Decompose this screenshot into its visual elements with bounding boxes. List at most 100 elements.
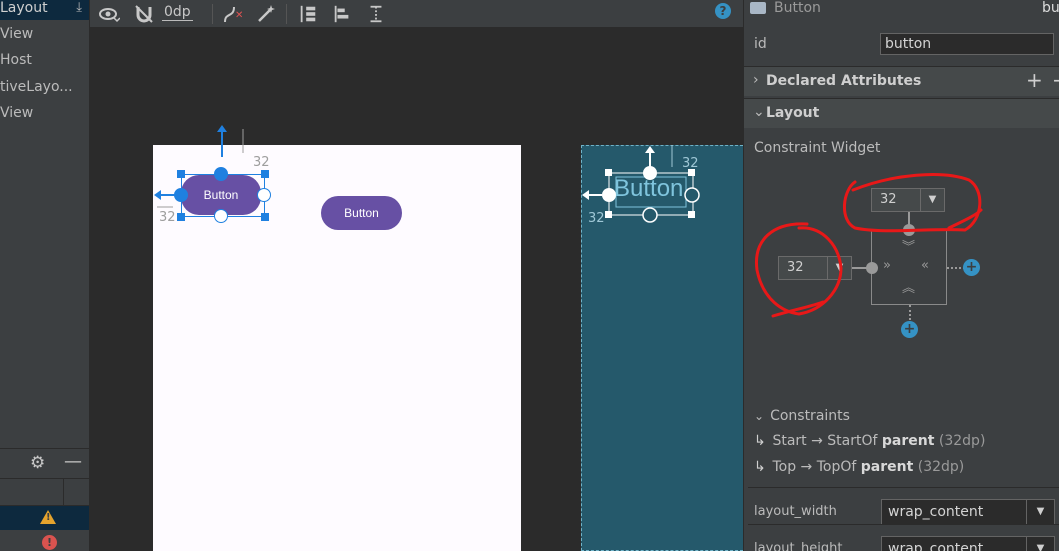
download-icon[interactable]: ⤓ bbox=[76, 0, 82, 20]
guidelines-icon[interactable] bbox=[366, 4, 386, 24]
id-label: id bbox=[754, 36, 767, 52]
align-icon[interactable] bbox=[332, 4, 352, 24]
chevron-down-icon: ⌄ bbox=[753, 104, 765, 120]
issues-header bbox=[0, 478, 89, 507]
bottom-chevron-icon: ︽ bbox=[902, 281, 916, 296]
constraint-parent: parent bbox=[860, 459, 914, 475]
tree-item-relative-layout[interactable]: tiveLayo... bbox=[0, 75, 73, 99]
toolbar-separator bbox=[212, 4, 213, 24]
start-chevron-icon: » bbox=[883, 258, 891, 273]
constraint-target: StartOf bbox=[827, 433, 878, 449]
bp-start-margin-label: 32 bbox=[588, 211, 605, 226]
add-bottom-constraint-icon[interactable]: + bbox=[901, 321, 918, 338]
dropdown-arrow-icon: ▼ bbox=[1026, 500, 1054, 524]
constraints-title: Constraints bbox=[770, 408, 850, 424]
constraints-header[interactable]: ⌄ Constraints bbox=[754, 408, 850, 424]
section-title: Layout bbox=[766, 105, 820, 121]
start-constraint-dot[interactable] bbox=[866, 262, 878, 274]
help-icon[interactable]: ? bbox=[715, 3, 731, 19]
start-margin-dropdown[interactable]: 32 ▼ bbox=[778, 256, 852, 280]
minimize-icon[interactable]: — bbox=[64, 451, 82, 472]
dropdown-arrow-icon: ▼ bbox=[1026, 537, 1054, 551]
tree-item-label: Layout bbox=[0, 0, 48, 16]
end-anchor[interactable] bbox=[257, 188, 271, 202]
top-constraint-dot[interactable] bbox=[903, 224, 915, 236]
constraint-side: Top bbox=[772, 459, 797, 475]
warning-icon: ! bbox=[40, 510, 56, 524]
start-margin-label: 32 bbox=[159, 210, 176, 225]
constraint-side: Start bbox=[772, 433, 807, 449]
layout-width-label: layout_width bbox=[754, 504, 837, 519]
dropdown-value: 32 bbox=[880, 192, 897, 207]
resize-handle[interactable] bbox=[177, 213, 185, 221]
button-component-icon bbox=[750, 2, 766, 14]
resize-handle[interactable] bbox=[261, 213, 269, 221]
issue-row-error[interactable]: ! bbox=[0, 530, 89, 551]
dropdown-value: wrap_content bbox=[888, 541, 984, 551]
top-chevron-icon: ︾ bbox=[902, 240, 916, 255]
autoconnect-off-icon[interactable] bbox=[134, 4, 154, 24]
layout-width-row: layout_width wrap_content ▼ bbox=[748, 487, 1059, 525]
layout-height-row: layout_height wrap_content ▼ bbox=[748, 524, 1059, 551]
attributes-header: Button bu bbox=[744, 0, 1059, 22]
id-row: id bbox=[744, 32, 1059, 58]
gear-icon[interactable]: ⚙ bbox=[30, 453, 45, 473]
constraint-dp: (32dp) bbox=[917, 459, 965, 475]
issue-row-warning[interactable]: ! bbox=[0, 506, 89, 530]
design-surface[interactable]: Button 32 32 Button bbox=[153, 125, 521, 551]
constraint-icon: ↳ bbox=[754, 433, 766, 449]
top-margin-dropdown[interactable]: 32 ▼ bbox=[871, 188, 945, 212]
pack-icon[interactable] bbox=[298, 4, 318, 24]
component-id-truncated: bu bbox=[1042, 0, 1059, 16]
component-name: Button bbox=[774, 0, 821, 16]
design-canvas[interactable]: Button 32 32 Button Button 32 32 bbox=[90, 29, 743, 551]
layout-height-dropdown[interactable]: wrap_content ▼ bbox=[881, 536, 1055, 551]
tree-item-view-2[interactable]: View bbox=[0, 101, 33, 125]
end-chevron-icon: « bbox=[921, 258, 929, 273]
infer-constraints-icon[interactable] bbox=[256, 4, 276, 24]
top-margin-label: 32 bbox=[253, 155, 270, 170]
resize-handle[interactable] bbox=[177, 170, 185, 178]
attributes-panel: Button bu id › Declared Attributes + − ⌄… bbox=[743, 0, 1059, 551]
bp-top-margin-label: 32 bbox=[682, 156, 699, 171]
dropdown-value: 32 bbox=[787, 260, 804, 275]
remove-attribute-icon[interactable]: − bbox=[1052, 68, 1059, 92]
constraint-start[interactable]: ↳ Start → StartOf parent (32dp) bbox=[754, 433, 985, 449]
design-toolbar: 0dp ✕ ? bbox=[90, 0, 743, 28]
layout-section[interactable]: ⌄ Layout bbox=[744, 98, 1059, 128]
tree-item-layout[interactable]: Layout ⤓ bbox=[0, 0, 89, 20]
dropdown-arrow-icon: ▼ bbox=[920, 189, 944, 211]
constraint-parent: parent bbox=[881, 433, 935, 449]
layout-width-dropdown[interactable]: wrap_content ▼ bbox=[881, 499, 1055, 525]
dropdown-value: wrap_content bbox=[888, 504, 984, 520]
tree-item-label: tiveLayo... bbox=[0, 79, 73, 95]
start-anchor[interactable] bbox=[174, 188, 188, 202]
blueprint-button-label: Button bbox=[614, 175, 684, 202]
chevron-down-icon: ⌄ bbox=[754, 409, 765, 423]
constraint-dp: (32dp) bbox=[938, 433, 986, 449]
add-attribute-icon[interactable]: + bbox=[1026, 68, 1043, 92]
tree-item-view[interactable]: View bbox=[0, 22, 33, 46]
component-tree-panel: Layout ⤓ View Host tiveLayo... View ⚙ — … bbox=[0, 0, 90, 551]
constraint-arrow: → bbox=[811, 433, 823, 449]
bottom-dotted-line bbox=[909, 305, 911, 320]
dropdown-arrow-icon: ▼ bbox=[827, 257, 851, 279]
error-icon: ! bbox=[42, 535, 57, 550]
bottom-anchor[interactable] bbox=[214, 209, 228, 223]
layout-height-label: layout_height bbox=[754, 541, 843, 551]
tree-item-label: View bbox=[0, 105, 34, 121]
declared-attributes-section[interactable]: › Declared Attributes + − bbox=[744, 66, 1059, 96]
top-anchor[interactable] bbox=[214, 167, 228, 181]
constraint-target: TopOf bbox=[816, 459, 857, 475]
clear-x-icon: ✕ bbox=[235, 10, 244, 21]
resize-handle[interactable] bbox=[261, 170, 269, 178]
view-options-icon[interactable] bbox=[98, 4, 120, 24]
id-input[interactable] bbox=[880, 33, 1054, 55]
default-margin-field[interactable]: 0dp bbox=[162, 4, 193, 21]
blueprint-surface[interactable]: Button 32 32 bbox=[581, 145, 743, 551]
button-second[interactable]: Button bbox=[321, 196, 402, 230]
tree-item-host[interactable]: Host bbox=[0, 48, 32, 72]
add-end-constraint-icon[interactable]: + bbox=[963, 259, 980, 276]
constraint-top[interactable]: ↳ Top → TopOf parent (32dp) bbox=[754, 459, 964, 475]
column-divider bbox=[63, 479, 64, 507]
